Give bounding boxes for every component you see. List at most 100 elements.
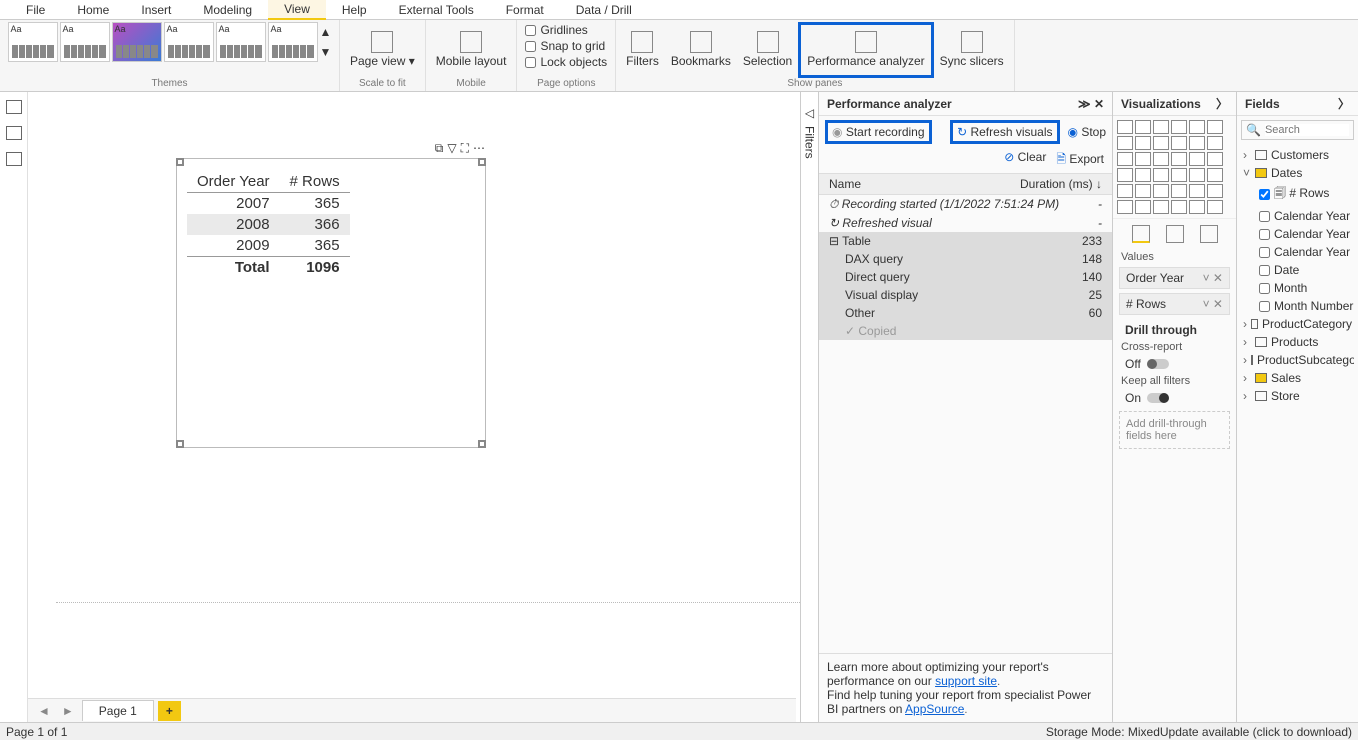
- start-recording-button[interactable]: ◉ Start recording: [825, 120, 932, 144]
- lock-checkbox[interactable]: Lock objects: [521, 54, 611, 70]
- menu-modeling[interactable]: Modeling: [187, 1, 268, 19]
- viz-type-icon[interactable]: [1153, 136, 1169, 150]
- viz-type-icon[interactable]: [1135, 184, 1151, 198]
- theme-3-selected[interactable]: Aa: [112, 22, 162, 62]
- model-view-icon[interactable]: [6, 152, 22, 166]
- field-well-order-year[interactable]: Order Year˅ ✕: [1119, 267, 1230, 289]
- report-canvas[interactable]: ⧉ ▽ ⛶ ⋯ Order Year# Rows 2007365 2008366…: [28, 92, 800, 722]
- theme-gallery[interactable]: Aa Aa Aa Aa Aa Aa ▲▼: [8, 22, 332, 62]
- visual-more-icon[interactable]: ⋯: [473, 141, 485, 156]
- status-right[interactable]: Storage Mode: MixedUpdate available (cli…: [1046, 725, 1352, 739]
- viz-type-icon[interactable]: [1153, 152, 1169, 166]
- bookmarks-button[interactable]: Bookmarks: [665, 22, 737, 78]
- field-column[interactable]: Date: [1241, 261, 1354, 279]
- viz-type-icon[interactable]: [1135, 136, 1151, 150]
- viz-type-icon[interactable]: [1117, 136, 1133, 150]
- field-table-customers[interactable]: › Customers: [1241, 146, 1354, 164]
- field-column[interactable]: Calendar Year: [1241, 207, 1354, 225]
- viz-type-icon[interactable]: [1171, 120, 1187, 134]
- field-column[interactable]: Month: [1241, 279, 1354, 297]
- viz-type-icon[interactable]: [1207, 120, 1223, 134]
- viz-type-icon[interactable]: [1153, 168, 1169, 182]
- menu-help[interactable]: Help: [326, 1, 383, 19]
- filters-pane-collapsed[interactable]: ◁ Filters: [800, 92, 818, 722]
- viz-collapse-icon[interactable]: 〉: [1216, 95, 1228, 112]
- viz-type-icon[interactable]: [1153, 200, 1169, 214]
- field-table-dates[interactable]: ˅ Dates: [1241, 164, 1354, 182]
- field-table-sales[interactable]: › Sales: [1241, 369, 1354, 387]
- viz-type-icon[interactable]: [1189, 168, 1205, 182]
- viz-type-icon[interactable]: [1135, 200, 1151, 214]
- appsource-link[interactable]: AppSource: [905, 702, 964, 716]
- drill-drop-area[interactable]: Add drill-through fields here: [1119, 411, 1230, 449]
- support-site-link[interactable]: support site: [935, 674, 997, 688]
- viz-type-icon[interactable]: [1171, 136, 1187, 150]
- viz-type-icon[interactable]: [1171, 184, 1187, 198]
- field-column[interactable]: Month Number: [1241, 297, 1354, 315]
- theme-scroll-down[interactable]: ▼: [320, 45, 332, 59]
- visual-filter-icon[interactable]: ▽: [447, 141, 456, 156]
- clear-button[interactable]: ⊘ Clear: [1004, 150, 1046, 171]
- viz-type-icon[interactable]: [1189, 200, 1205, 214]
- theme-6[interactable]: Aa: [268, 22, 318, 62]
- tab-prev[interactable]: ◄: [34, 704, 54, 718]
- search-input[interactable]: [1265, 124, 1349, 136]
- viz-type-icon[interactable]: [1189, 184, 1205, 198]
- field-table-productcategory[interactable]: › ProductCategory: [1241, 315, 1354, 333]
- fields-search[interactable]: 🔍: [1241, 120, 1354, 140]
- menu-file[interactable]: File: [10, 1, 61, 19]
- field-well-rows[interactable]: # Rows˅ ✕: [1119, 293, 1230, 315]
- viz-type-icon[interactable]: [1135, 152, 1151, 166]
- viz-type-icon[interactable]: [1135, 168, 1151, 182]
- viz-type-icon[interactable]: [1207, 184, 1223, 198]
- viz-type-icon[interactable]: [1171, 152, 1187, 166]
- cross-report-toggle[interactable]: Off: [1113, 355, 1236, 373]
- viz-type-icon[interactable]: [1117, 200, 1133, 214]
- viz-type-icon[interactable]: [1153, 120, 1169, 134]
- viz-type-icon[interactable]: [1207, 200, 1223, 214]
- viz-type-icon[interactable]: [1189, 152, 1205, 166]
- page-view-button[interactable]: Page view ▾: [344, 22, 421, 78]
- refresh-visuals-button[interactable]: ↻ Refresh visuals: [950, 120, 1059, 144]
- viz-type-icon[interactable]: [1207, 136, 1223, 150]
- viz-type-icon[interactable]: [1135, 120, 1151, 134]
- tab-next[interactable]: ►: [58, 704, 78, 718]
- viz-type-icon[interactable]: [1171, 168, 1187, 182]
- report-view-icon[interactable]: [6, 100, 22, 114]
- add-page-button[interactable]: +: [158, 701, 181, 721]
- menu-format[interactable]: Format: [490, 1, 560, 19]
- format-tab-icon[interactable]: [1166, 225, 1184, 243]
- selection-button[interactable]: Selection: [737, 22, 798, 78]
- perf-close-icon[interactable]: ✕: [1094, 97, 1104, 111]
- viz-type-icon[interactable]: [1117, 120, 1133, 134]
- field-column[interactable]: Calendar Year M...: [1241, 225, 1354, 243]
- viz-type-icon[interactable]: [1189, 136, 1205, 150]
- menu-view[interactable]: View: [268, 0, 326, 20]
- stop-button[interactable]: ◉ Stop: [1068, 125, 1107, 139]
- theme-4[interactable]: Aa: [164, 22, 214, 62]
- sync-slicers-button[interactable]: Sync slicers: [934, 22, 1010, 78]
- theme-scroll-up[interactable]: ▲: [320, 25, 332, 39]
- visual-focus-icon[interactable]: ⛶: [461, 141, 469, 156]
- viz-type-icon[interactable]: [1189, 120, 1205, 134]
- viz-type-icon[interactable]: [1117, 184, 1133, 198]
- fields-tab-icon[interactable]: [1132, 225, 1150, 243]
- menu-insert[interactable]: Insert: [125, 1, 187, 19]
- analytics-tab-icon[interactable]: [1200, 225, 1218, 243]
- perf-collapse-icon[interactable]: ≫: [1078, 97, 1091, 111]
- field-table-products[interactable]: › Products: [1241, 333, 1354, 351]
- theme-1[interactable]: Aa: [8, 22, 58, 62]
- viz-type-icon[interactable]: [1117, 152, 1133, 166]
- mobile-layout-button[interactable]: Mobile layout: [430, 22, 513, 78]
- theme-2[interactable]: Aa: [60, 22, 110, 62]
- field-column[interactable]: Calendar Year N...: [1241, 243, 1354, 261]
- gridlines-checkbox[interactable]: Gridlines: [521, 22, 591, 38]
- viz-type-icon[interactable]: [1171, 200, 1187, 214]
- field-table-productsubcategory[interactable]: › ProductSubcategory: [1241, 351, 1354, 369]
- data-view-icon[interactable]: [6, 126, 22, 140]
- menu-data-drill[interactable]: Data / Drill: [560, 1, 648, 19]
- viz-type-icon[interactable]: [1117, 168, 1133, 182]
- field-column[interactable]: 🗐 # Rows: [1241, 182, 1354, 207]
- table-visual[interactable]: ⧉ ▽ ⛶ ⋯ Order Year# Rows 2007365 2008366…: [176, 158, 486, 448]
- menu-external-tools[interactable]: External Tools: [383, 1, 490, 19]
